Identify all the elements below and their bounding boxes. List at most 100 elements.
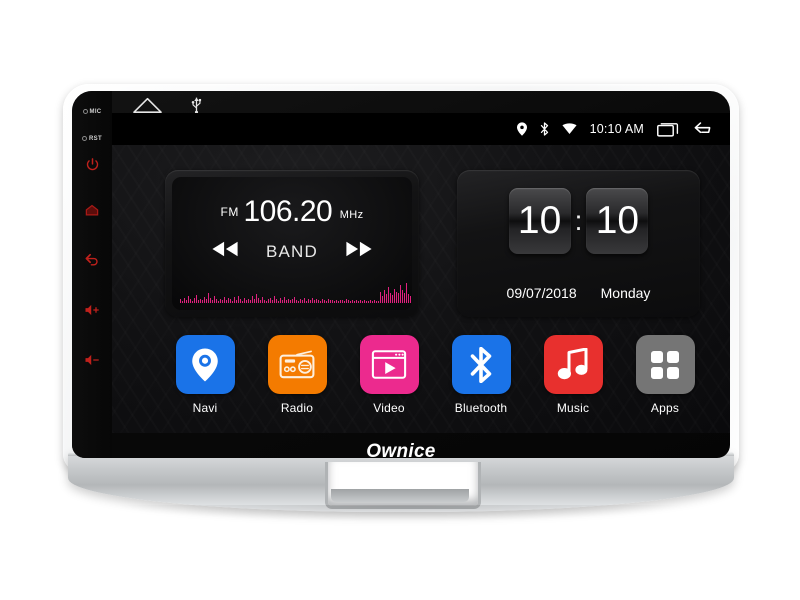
spectrum-bar <box>276 299 277 303</box>
app-navi-label: Navi <box>192 401 218 415</box>
spectrum-bar <box>226 300 227 303</box>
spectrum-bar <box>182 301 183 303</box>
spectrum-bar <box>256 294 257 303</box>
recent-apps-icon[interactable] <box>657 121 681 137</box>
spectrum-bar <box>378 301 379 303</box>
spectrum-bar <box>298 301 299 303</box>
bracket-cutout-lip <box>331 489 469 502</box>
app-music-tile[interactable] <box>543 335 603 394</box>
radio-frequency-value: 106.20 <box>243 195 333 228</box>
spectrum-bar <box>190 299 191 303</box>
spectrum-bar <box>398 293 399 303</box>
clock-hours: 10 <box>508 188 571 254</box>
clock-separator: : <box>574 205 583 236</box>
radio-next-button[interactable] <box>344 240 374 263</box>
spectrum-bar <box>406 283 407 303</box>
spectrum-bar <box>320 301 321 303</box>
reset-label[interactable]: RST <box>72 136 112 142</box>
spectrum-bar <box>304 298 305 303</box>
spectrum-bar <box>340 300 341 303</box>
spectrum-bar <box>288 299 289 303</box>
spectrum-bar <box>208 293 209 303</box>
back-button[interactable] <box>72 251 112 266</box>
spectrum-bar <box>316 299 317 303</box>
app-video[interactable]: Video <box>349 335 429 415</box>
spectrum-bar <box>408 294 409 303</box>
spectrum-bar <box>262 297 263 303</box>
back-icon <box>85 253 98 266</box>
app-music[interactable]: Music <box>533 335 613 415</box>
app-radio[interactable]: Radio <box>257 335 337 415</box>
spectrum-bar <box>376 301 377 303</box>
app-navi-tile[interactable] <box>175 335 235 394</box>
spectrum-bar <box>198 300 199 303</box>
clock-widget[interactable]: 10 : 10 09/07/2018 Monday <box>457 170 700 317</box>
mic-label: MIC <box>72 109 112 115</box>
app-radio-label: Radio <box>280 401 314 415</box>
volume-up-button[interactable] <box>72 303 112 317</box>
spectrum-bar <box>336 300 337 303</box>
app-apps[interactable]: Apps <box>625 335 705 415</box>
spectrum-bar <box>392 295 393 303</box>
app-video-tile[interactable] <box>359 335 419 394</box>
apps-grid-icon <box>651 350 679 379</box>
spectrum-bar <box>306 301 307 303</box>
spectrum-bar <box>240 299 241 303</box>
video-player-icon <box>371 350 407 379</box>
spectrum-bar <box>232 301 233 303</box>
spectrum-bar <box>404 293 405 303</box>
spectrum-bar <box>358 301 359 303</box>
home-outline-icon <box>133 97 162 114</box>
spectrum-bar <box>334 301 335 303</box>
app-bluetooth[interactable]: Bluetooth <box>441 335 521 415</box>
spectrum-bar <box>388 287 389 303</box>
app-radio-tile[interactable] <box>267 335 327 394</box>
spectrum-bar <box>356 300 357 303</box>
spectrum-bar <box>318 300 319 303</box>
spectrum-bar <box>252 296 253 303</box>
spectrum-bar <box>382 296 383 303</box>
volume-up-icon <box>85 304 99 316</box>
power-icon <box>86 158 98 171</box>
status-bar-right: 10:10 AM <box>516 119 716 139</box>
app-apps-tile[interactable] <box>635 335 695 394</box>
spectrum-bar <box>258 298 259 303</box>
clock-minutes: 10 <box>586 188 649 254</box>
location-pin-icon <box>516 122 527 136</box>
spectrum-bar <box>216 299 217 303</box>
spectrum-bar <box>254 299 255 303</box>
spectrum-bar <box>400 285 401 303</box>
spectrum-bar <box>338 301 339 303</box>
spectrum-bar <box>244 298 245 303</box>
radio-frequency-unit: MHz <box>339 209 364 221</box>
home-button[interactable] <box>72 203 112 218</box>
clock-meta: 09/07/2018 Monday <box>457 285 700 301</box>
mic-hole-icon <box>82 109 88 114</box>
radio-prev-button[interactable] <box>210 240 240 263</box>
radio-widget[interactable]: FM 106.20 MHz BAND <box>165 170 419 317</box>
spectrum-bar <box>362 301 363 303</box>
back-arrow-icon[interactable] <box>694 121 716 137</box>
app-dock: Navi Radio Video Bluetooth Music Apps <box>165 335 705 415</box>
radio-band-button[interactable]: BAND <box>266 242 318 262</box>
power-button[interactable] <box>72 157 112 172</box>
spectrum-bar <box>332 300 333 303</box>
app-navi[interactable]: Navi <box>165 335 245 415</box>
spectrum-bar <box>242 301 243 303</box>
radio-frequency-display: FM 106.20 MHz <box>172 195 412 229</box>
spectrum-bar <box>302 300 303 303</box>
spectrum-bar <box>180 299 181 303</box>
spectrum-bar <box>202 300 203 303</box>
spectrum-bar <box>352 300 353 303</box>
spectrum-bar <box>296 300 297 303</box>
spectrum-bar <box>308 299 309 303</box>
app-bluetooth-tile[interactable] <box>451 335 511 394</box>
radio-spectrum-analyzer <box>180 269 411 303</box>
usb-icon <box>191 97 202 114</box>
device-glass-face: MIC RST 10:10 AM FM 106.20 MHz BAND 10:… <box>72 91 730 458</box>
volume-down-button[interactable] <box>72 353 112 367</box>
spectrum-bar <box>350 301 351 303</box>
spectrum-bar <box>402 290 403 303</box>
music-note-icon <box>557 347 588 379</box>
status-bar-clock: 10:10 AM <box>589 122 644 136</box>
